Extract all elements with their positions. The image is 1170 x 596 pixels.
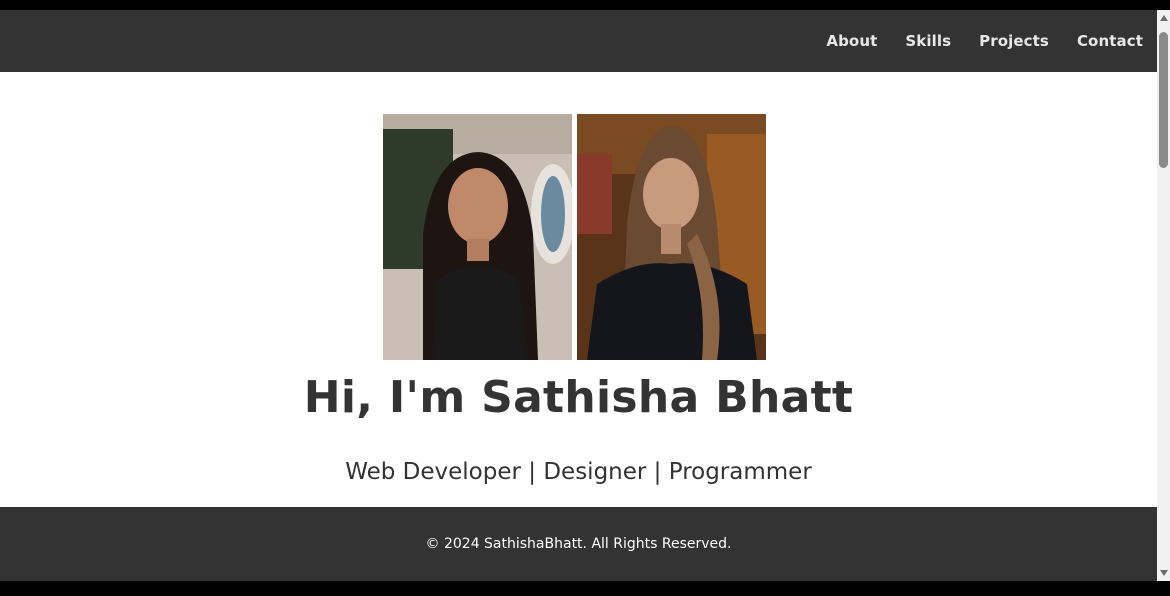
page-footer: © 2024 SathishaBhatt. All Rights Reserve…: [0, 507, 1157, 581]
hero-title: Hi, I'm Sathisha Bhatt: [303, 372, 854, 423]
vertical-scrollbar[interactable]: [1157, 10, 1170, 581]
scroll-down-arrow-icon[interactable]: [1160, 570, 1168, 576]
page-viewport: About Skills Projects Contact Hi, I'm Sa…: [0, 10, 1157, 581]
nav-link-projects[interactable]: Projects: [979, 32, 1049, 50]
hero-subtitle: Web Developer | Designer | Programmer: [345, 459, 812, 485]
scroll-up-arrow-icon[interactable]: [1160, 15, 1168, 21]
nav-link-contact[interactable]: Contact: [1077, 32, 1143, 50]
top-navbar: About Skills Projects Contact: [0, 10, 1157, 72]
copyright-text: © 2024 SathishaBhatt. All Rights Reserve…: [425, 536, 732, 552]
nav-link-about[interactable]: About: [826, 32, 877, 50]
profile-photo-1: [383, 114, 572, 360]
scrollbar-thumb[interactable]: [1159, 32, 1168, 168]
nav-link-skills[interactable]: Skills: [905, 32, 951, 50]
profile-photo-2: [577, 114, 766, 360]
profile-photos: [383, 114, 767, 360]
